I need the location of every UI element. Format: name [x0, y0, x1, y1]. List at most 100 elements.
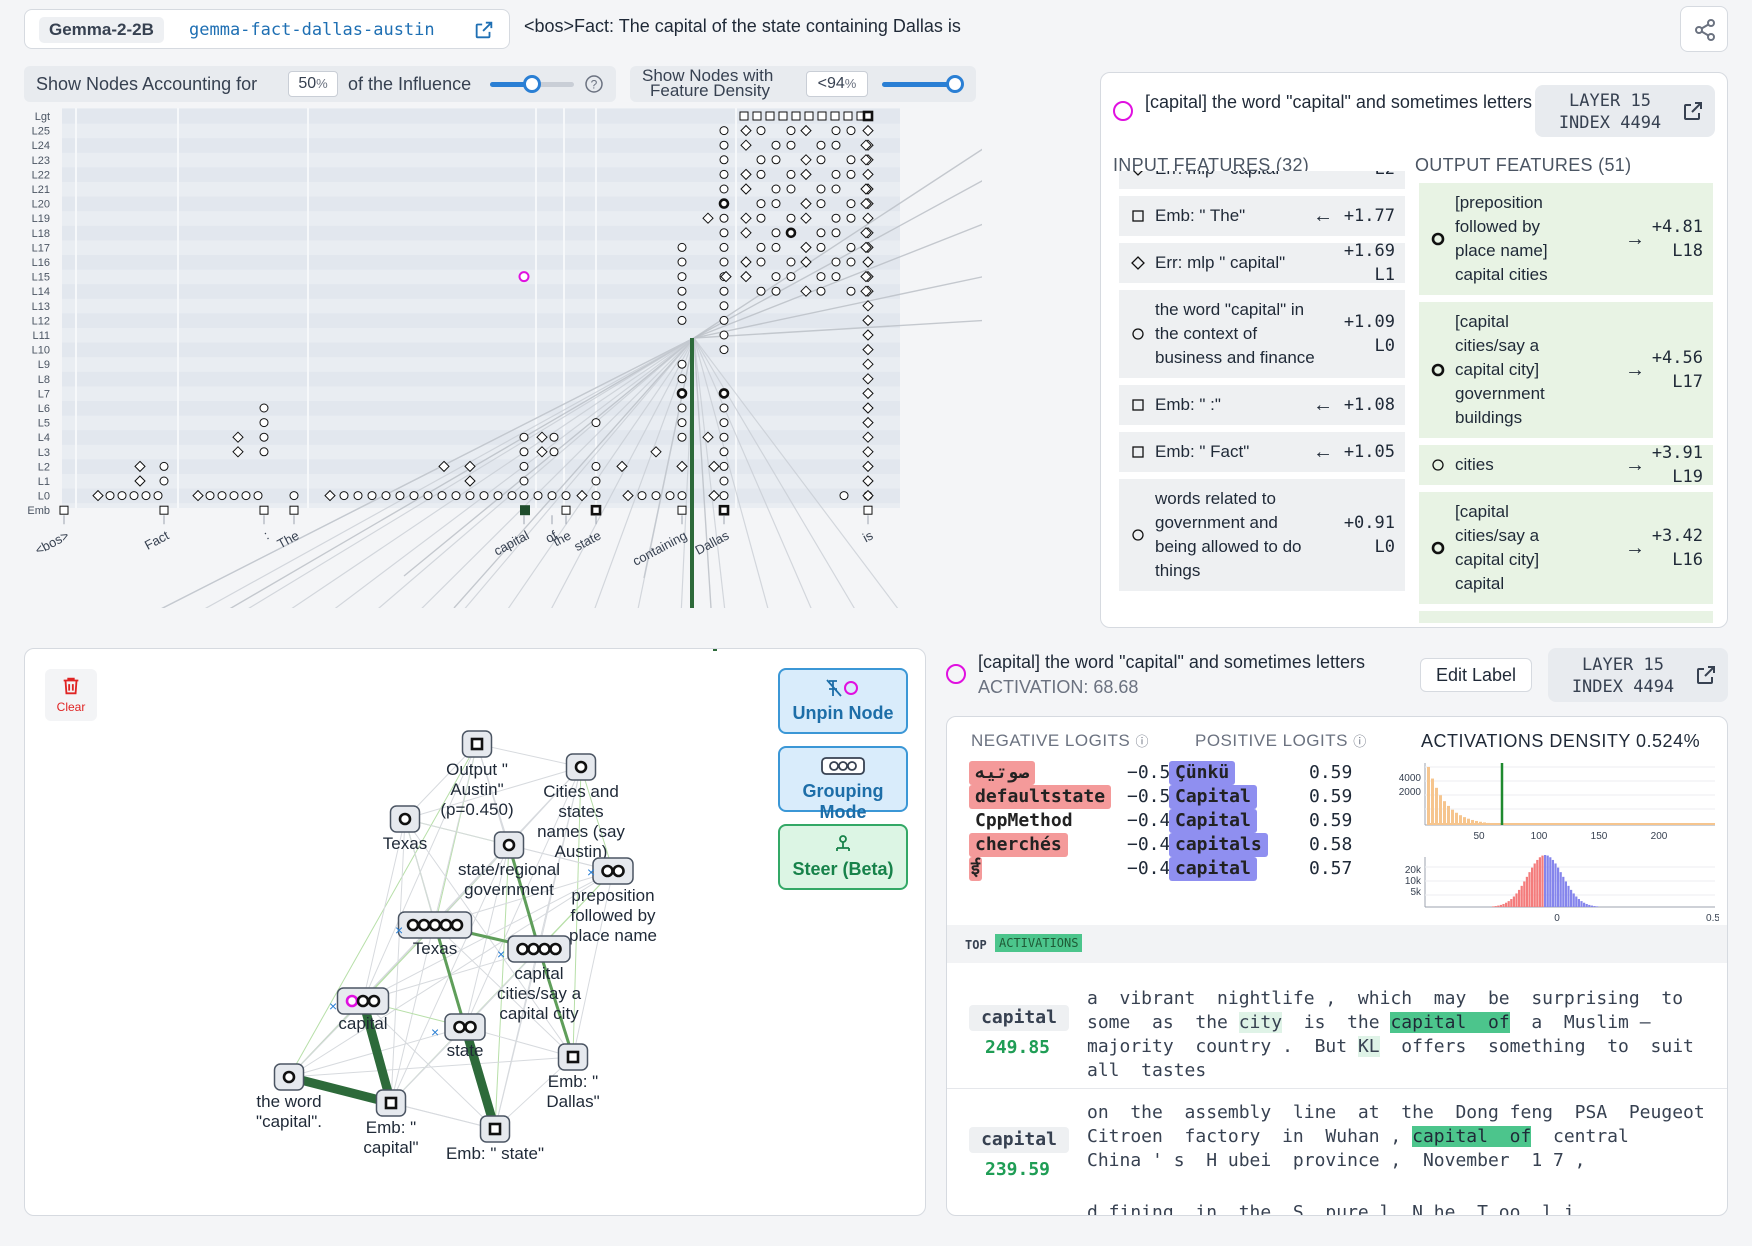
feature-node[interactable]: [719, 315, 729, 325]
feature-node[interactable]: [677, 257, 687, 267]
feature-node[interactable]: [519, 491, 529, 501]
token-label[interactable]: is: [860, 527, 876, 545]
attribution-graph[interactable]: Lgt L25 L24 L23 L22 L21 L20 L19 L18 L17 L16 L15 L14 L…: [24, 108, 982, 608]
feature-node[interactable]: [719, 228, 729, 238]
embedding-node[interactable]: [791, 111, 801, 121]
feature-node[interactable]: [719, 403, 729, 413]
feature-node[interactable]: [771, 199, 781, 209]
share-button[interactable]: [1680, 6, 1728, 52]
feature-node[interactable]: [816, 272, 826, 282]
token-label[interactable]: state: [571, 528, 603, 554]
feature-node[interactable]: [846, 169, 856, 179]
feature-node[interactable]: [831, 213, 841, 223]
subgraph-node-cities[interactable]: Cities and states names (say Austin): [537, 753, 625, 861]
feature-node[interactable]: [719, 432, 729, 442]
feature-node[interactable]: [519, 476, 529, 486]
feature-node[interactable]: [637, 491, 647, 501]
input-features-list[interactable]: Err: mlp " capital" L2 Emb: " The" ← +1.77 Er…: [1119, 171, 1405, 611]
subgraph-node-preposition[interactable]: preposition followed by place name: [569, 857, 657, 945]
feature-node[interactable]: [756, 257, 766, 267]
embedding-node[interactable]: [718, 504, 730, 516]
feature-node[interactable]: [831, 140, 841, 150]
output-feature-item[interactable]: [preposition followed by place name] cap…: [1419, 183, 1713, 295]
feature-node[interactable]: [289, 491, 299, 501]
feature-node[interactable]: [339, 491, 349, 501]
feature-node[interactable]: [677, 359, 687, 369]
feature-node[interactable]: [719, 126, 729, 136]
feature-node[interactable]: [719, 213, 729, 223]
feature-node[interactable]: [846, 242, 856, 252]
feature-node[interactable]: [451, 491, 461, 501]
feature-node[interactable]: [718, 198, 730, 209]
feature-node[interactable]: [549, 447, 559, 457]
feature-node[interactable]: [846, 213, 856, 223]
embedding-node[interactable]: [817, 111, 827, 121]
feature-node[interactable]: [259, 403, 269, 413]
feature-node[interactable]: [816, 184, 826, 194]
feature-node[interactable]: [381, 491, 391, 501]
feature-node[interactable]: [677, 491, 687, 501]
feature-node[interactable]: [831, 169, 841, 179]
remove-node-icon[interactable]: ×: [329, 998, 337, 1014]
feature-node[interactable]: [816, 228, 826, 238]
feature-node[interactable]: [217, 491, 227, 501]
embedding-node[interactable]: [259, 505, 269, 515]
feature-node[interactable]: [719, 140, 729, 150]
token-label[interactable]: <bos>: [32, 528, 71, 558]
embedding-node[interactable]: [778, 111, 788, 121]
feature-node[interactable]: [839, 491, 849, 501]
embedding-node[interactable]: [843, 111, 853, 121]
remove-node-icon[interactable]: ×: [395, 922, 403, 938]
feature-node[interactable]: [205, 491, 215, 501]
input-feature-item[interactable]: Emb: " The" ← +1.77: [1119, 196, 1405, 236]
embedding-node[interactable]: [862, 110, 874, 122]
feature-node[interactable]: [719, 476, 729, 486]
feature-node[interactable]: [719, 447, 729, 457]
subgraph-node-output[interactable]: Output " Austin" (p=0.450): [440, 730, 514, 819]
feature-node[interactable]: [561, 491, 571, 501]
layer-index-link[interactable]: LAYER 15 INDEX 4494: [1535, 85, 1715, 137]
token-label[interactable]: Fact: [142, 527, 172, 552]
feature-node[interactable]: [549, 432, 559, 442]
steer-button[interactable]: Steer (Beta): [778, 824, 908, 890]
embedding-node[interactable]: [677, 505, 687, 515]
remove-node-icon[interactable]: ×: [431, 1024, 439, 1040]
embedding-node[interactable]: [590, 504, 602, 516]
output-features-list[interactable]: [preposition followed by place name] cap…: [1419, 183, 1713, 623]
feature-node[interactable]: [718, 388, 730, 399]
feature-node[interactable]: [719, 301, 729, 311]
feature-node[interactable]: [159, 476, 169, 486]
input-feature-item[interactable]: words related to government and being al…: [1119, 479, 1405, 591]
feature-node[interactable]: [676, 388, 688, 399]
feature-node[interactable]: [816, 242, 826, 252]
model-badge[interactable]: Gemma-2-2B: [39, 17, 164, 43]
external-link-icon[interactable]: [473, 19, 495, 41]
feature-node[interactable]: [719, 257, 729, 267]
feature-node[interactable]: [846, 155, 856, 165]
feature-node[interactable]: [756, 169, 766, 179]
feature-node[interactable]: [719, 418, 729, 428]
feature-node[interactable]: [756, 213, 766, 223]
subgraph-node-theword[interactable]: the word "capital".: [256, 1063, 322, 1131]
feature-node[interactable]: [259, 418, 269, 428]
influence-slider-knob[interactable]: [523, 75, 541, 93]
grouping-mode-button[interactable]: Grouping Mode: [778, 746, 908, 822]
subgraph-node-texas1[interactable]: Texas: [383, 805, 427, 853]
subgraph-node-embstate[interactable]: Emb: " state": [446, 1115, 544, 1163]
feature-node[interactable]: [786, 257, 796, 267]
feature-node[interactable]: [756, 126, 766, 136]
feature-node[interactable]: [677, 301, 687, 311]
embedding-node[interactable]: [159, 505, 169, 515]
feature-node[interactable]: [846, 286, 856, 296]
feature-node[interactable]: [846, 199, 856, 209]
feature-node[interactable]: [259, 447, 269, 457]
feature-node[interactable]: [816, 140, 826, 150]
feature-node[interactable]: [117, 491, 127, 501]
feature-node[interactable]: [479, 491, 489, 501]
token-label[interactable]: :: [261, 528, 271, 543]
influence-input[interactable]: 50%: [288, 71, 338, 97]
help-icon[interactable]: ?: [584, 74, 604, 94]
feature-node[interactable]: [846, 257, 856, 267]
feature-node[interactable]: [786, 169, 796, 179]
token-label[interactable]: containing: [630, 528, 689, 569]
